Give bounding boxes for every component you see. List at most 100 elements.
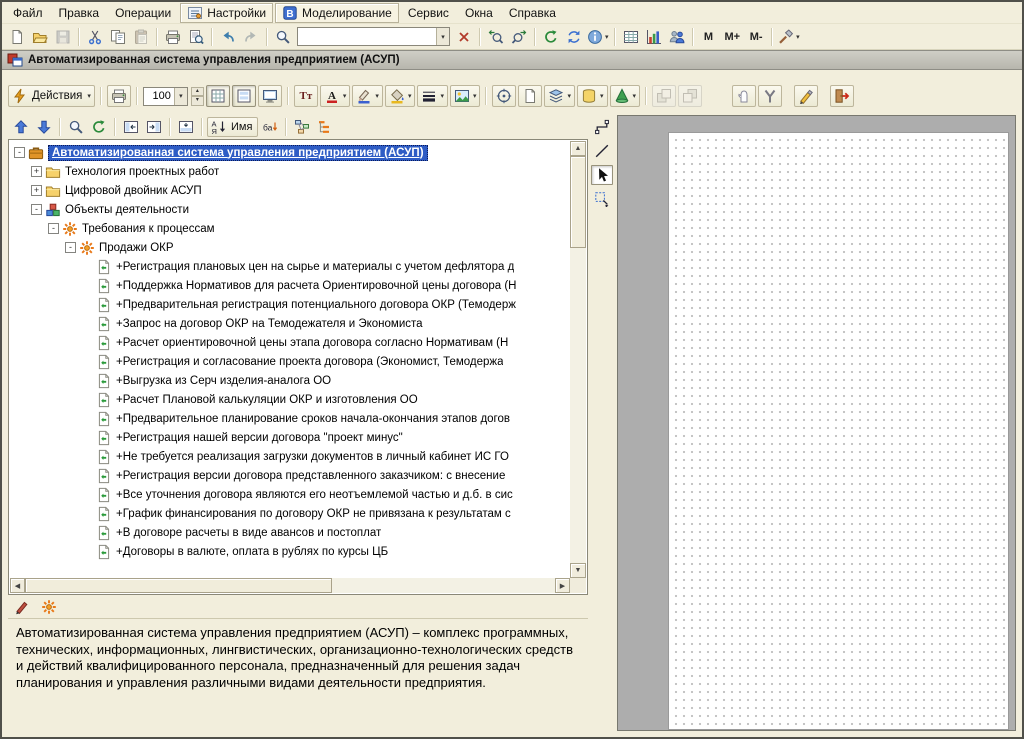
hand-pointer-button[interactable] <box>732 85 756 107</box>
page-layout-button[interactable] <box>232 85 256 107</box>
scroll-right-button[interactable]: ▶ <box>555 578 570 593</box>
tree-item[interactable]: +В договоре расчеты в виде авансов и пос… <box>10 523 570 542</box>
clear-search-button[interactable] <box>453 27 475 47</box>
info-button[interactable]: ▾ <box>586 27 610 47</box>
actions-button[interactable]: Действия▾ <box>8 85 95 107</box>
target-button[interactable] <box>492 85 516 107</box>
menu-file[interactable]: Файл <box>6 4 50 22</box>
zoom-decrement-button[interactable]: ▾ <box>191 96 204 106</box>
tree-item[interactable]: +Договоры в валюте, оплата в рублях по к… <box>10 542 570 561</box>
search-dropdown-button[interactable]: ▾ <box>436 28 449 45</box>
tree-item[interactable]: +Регистрация нашей версии договора "прое… <box>10 428 570 447</box>
tree-item[interactable]: +Поддержка Нормативов для расчета Ориент… <box>10 276 570 295</box>
tree-vertical-scrollbar[interactable]: ▲ ▼ <box>570 141 586 578</box>
undo-button[interactable] <box>217 27 239 47</box>
find-prev-button[interactable] <box>485 27 507 47</box>
grid-toggle-button[interactable] <box>206 85 230 107</box>
cut-button[interactable] <box>84 27 106 47</box>
tree-item[interactable]: +Все уточнения договора являются его нео… <box>10 485 570 504</box>
scroll-left-button[interactable]: ◀ <box>10 578 25 593</box>
tree-item[interactable]: +Технология проектных работ <box>10 162 570 181</box>
tree-horizontal-scrollbar[interactable]: ◀ ▶ <box>10 578 570 593</box>
copy-button[interactable] <box>107 27 129 47</box>
scroll-track-horizontal[interactable] <box>25 578 555 593</box>
memory-m-button[interactable]: М <box>698 27 720 47</box>
print-preview-button[interactable] <box>185 27 207 47</box>
tree-item[interactable]: +Расчет ориентировочной цены этапа догов… <box>10 333 570 352</box>
expand-toggle[interactable]: + <box>31 166 42 177</box>
chart-button[interactable] <box>643 27 665 47</box>
layers-button[interactable]: ▾ <box>544 85 575 107</box>
relations-button[interactable] <box>291 117 313 137</box>
sort-order-button[interactable]: АЯИмя <box>207 117 258 137</box>
collapse-panel-button[interactable] <box>120 117 142 137</box>
scroll-up-button[interactable]: ▲ <box>570 141 586 156</box>
new-document-button[interactable] <box>6 27 28 47</box>
menu-modeling[interactable]: BМоделирование <box>275 3 399 23</box>
zoom-increment-button[interactable]: ▴ <box>191 87 204 97</box>
sync-button[interactable] <box>563 27 585 47</box>
tree-item[interactable]: -Автоматизированная система управления п… <box>10 143 570 162</box>
menu-service[interactable]: Сервис <box>401 4 456 22</box>
connector-tool-button[interactable] <box>591 117 613 137</box>
line-style-button[interactable]: ▾ <box>417 85 448 107</box>
menu-help[interactable]: Справка <box>502 4 563 22</box>
menu-operations[interactable]: Операции <box>108 4 178 22</box>
move-down-button[interactable] <box>33 117 55 137</box>
scroll-down-button[interactable]: ▼ <box>570 563 586 578</box>
zoom-value[interactable]: 100 <box>144 90 174 102</box>
memory-m-plus-button[interactable]: М+ <box>721 27 745 47</box>
insert-picture-button[interactable]: ▾ <box>450 85 481 107</box>
tree-item[interactable]: +Расчет Плановой калькуляции ОКР и изгот… <box>10 390 570 409</box>
text-format-button[interactable]: Тт <box>294 85 318 107</box>
highlight-color-button[interactable]: ▾ <box>352 85 383 107</box>
expand-toggle[interactable]: + <box>31 185 42 196</box>
memory-m-minus-button[interactable]: М- <box>745 27 767 47</box>
find-next-button[interactable] <box>508 27 530 47</box>
tree-item[interactable]: +Запрос на договор ОКР на Темодежателя и… <box>10 314 570 333</box>
search-button[interactable] <box>272 27 294 47</box>
collapse-toggle[interactable]: - <box>14 147 25 158</box>
preview-panel-button[interactable] <box>175 117 197 137</box>
scroll-thumb[interactable] <box>570 156 586 248</box>
cone-button[interactable]: ▾ <box>610 85 641 107</box>
font-color-button[interactable]: А▾ <box>320 85 351 107</box>
diagram-canvas[interactable] <box>617 115 1016 731</box>
paint-brush-button[interactable] <box>794 85 818 107</box>
tree-item[interactable]: +Предварительная регистрация потенциальн… <box>10 295 570 314</box>
menu-windows[interactable]: Окна <box>458 4 500 22</box>
tools-button[interactable]: ▾ <box>777 27 801 47</box>
fill-color-button[interactable]: ▾ <box>385 85 416 107</box>
print-doc-button[interactable] <box>107 85 131 107</box>
tree-item[interactable]: +Предварительное планирование сроков нач… <box>10 409 570 428</box>
collapse-toggle[interactable]: - <box>48 223 59 234</box>
tree-item[interactable]: +Регистрация версии договора представлен… <box>10 466 570 485</box>
line-tool-button[interactable] <box>591 141 613 161</box>
tree-item[interactable]: -Продажи ОКР <box>10 238 570 257</box>
tree-item[interactable]: +Регистрация и согласование проекта дого… <box>10 352 570 371</box>
diagram-page[interactable] <box>668 132 1009 730</box>
refresh-tree-button[interactable] <box>88 117 110 137</box>
process-flower-button[interactable] <box>38 597 60 617</box>
tree-item[interactable]: +Цифровой двойник АСУП <box>10 181 570 200</box>
tree-item[interactable]: -Требования к процессам <box>10 219 570 238</box>
move-up-button[interactable] <box>10 117 32 137</box>
sort-az-button[interactable]: ба <box>259 117 281 137</box>
collapse-toggle[interactable]: - <box>31 204 42 215</box>
scroll-track[interactable] <box>570 156 586 563</box>
hierarchy-button[interactable] <box>314 117 336 137</box>
cylinder-button[interactable]: ▾ <box>577 85 608 107</box>
edit-pencil-button[interactable] <box>11 597 33 617</box>
exit-door-button[interactable] <box>830 85 854 107</box>
print-button[interactable] <box>162 27 184 47</box>
expand-panel-button[interactable] <box>143 117 165 137</box>
tree-item[interactable]: +Выгрузка из Серч изделия-аналога ОО <box>10 371 570 390</box>
search-input[interactable] <box>298 29 436 44</box>
screen-preview-button[interactable] <box>258 85 282 107</box>
tree-item[interactable]: +Регистрация плановых цен на сырье и мат… <box>10 257 570 276</box>
tree-item[interactable]: +График финансирования по договору ОКР н… <box>10 504 570 523</box>
menu-edit[interactable]: Правка <box>52 4 107 22</box>
transform-tool-button[interactable] <box>591 189 613 209</box>
tree-item[interactable]: -Объекты деятельности <box>10 200 570 219</box>
branch-tool-button[interactable] <box>758 85 782 107</box>
